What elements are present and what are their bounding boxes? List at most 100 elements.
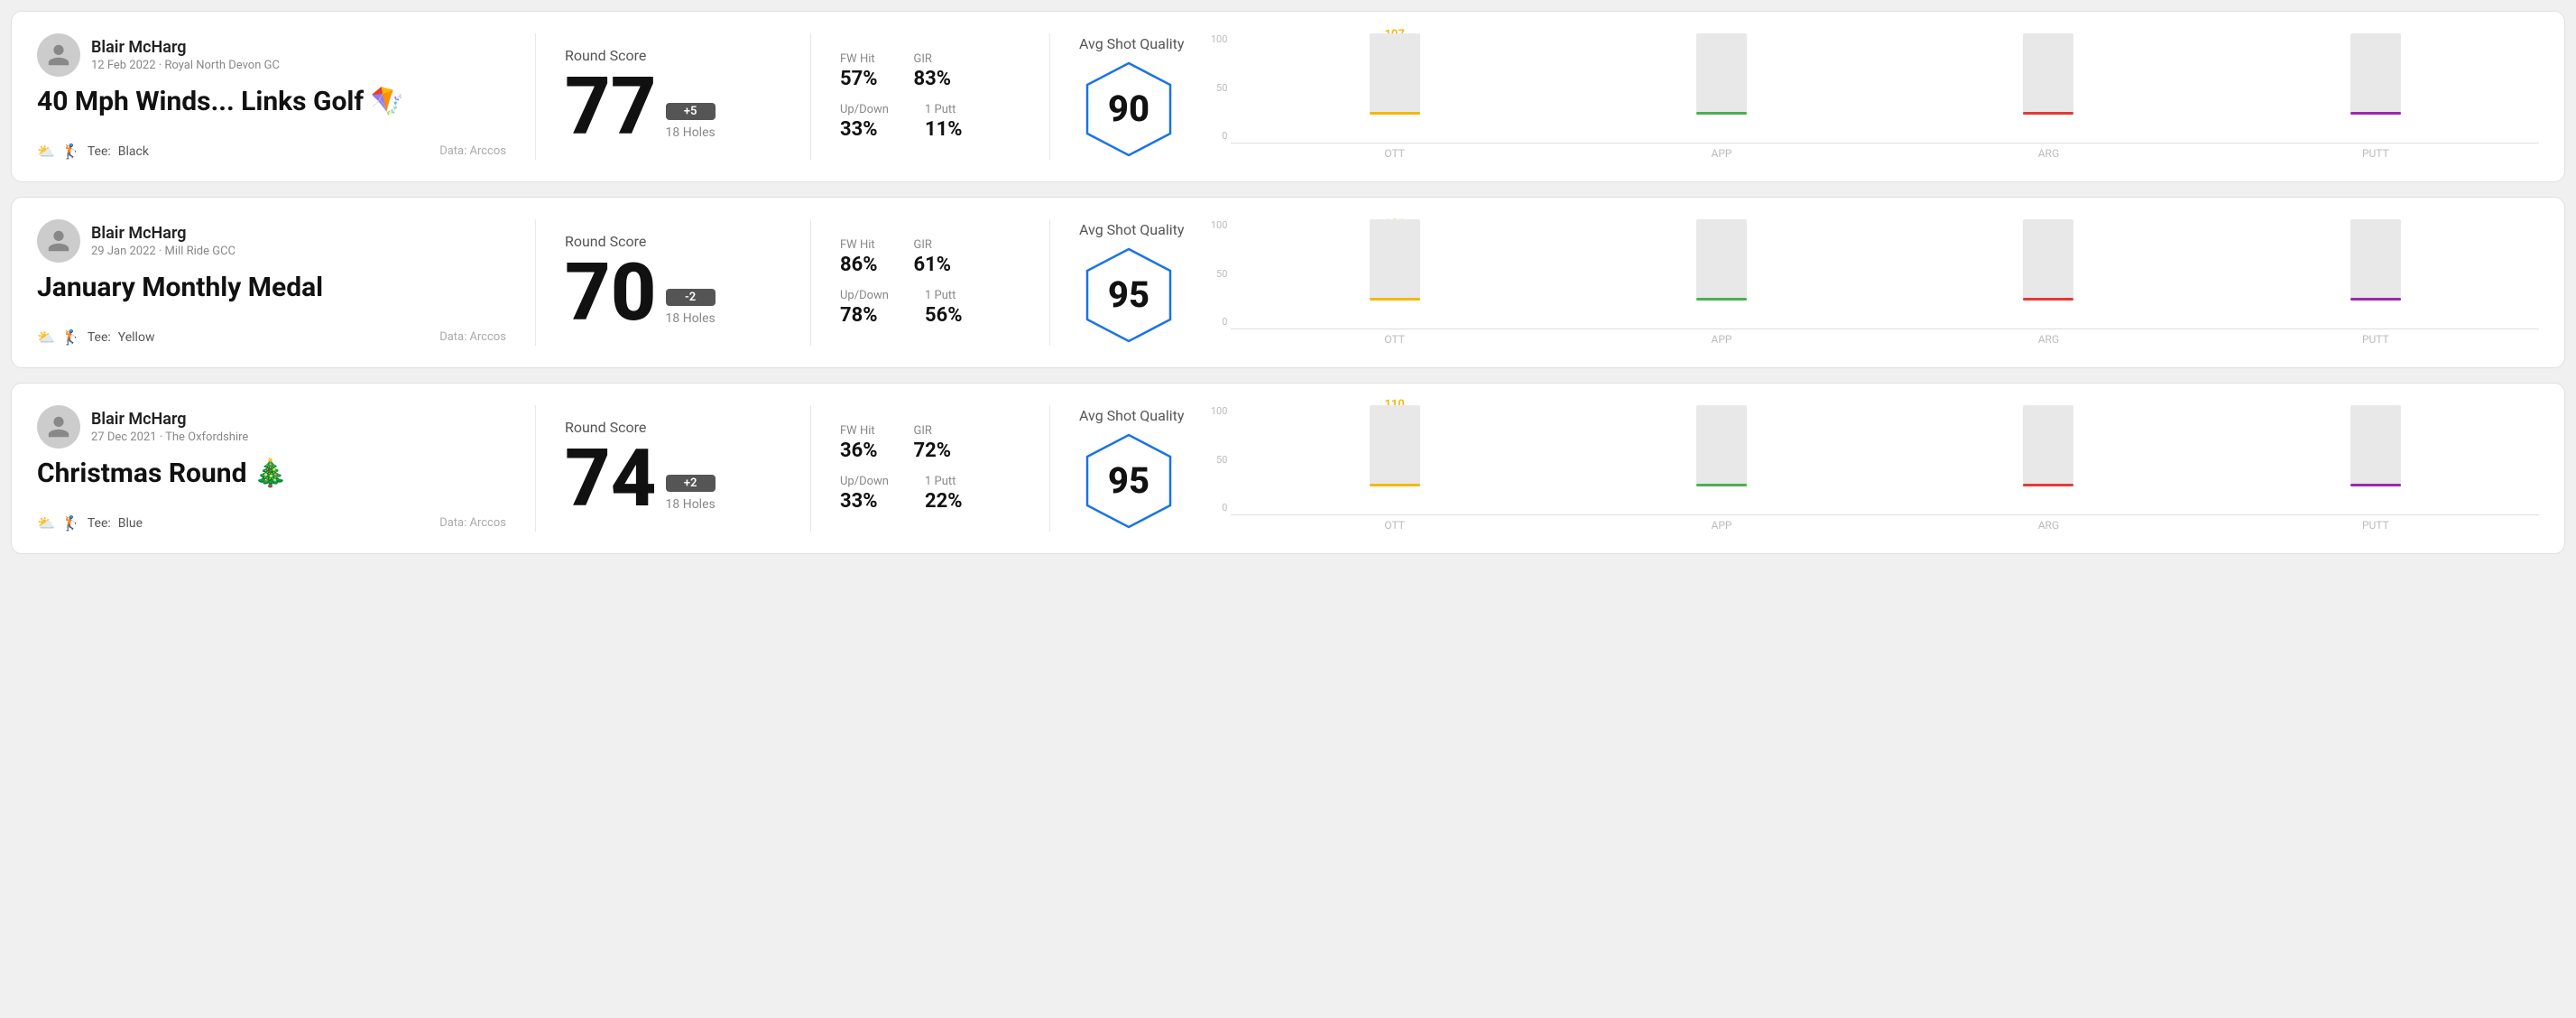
score-number: 74 bbox=[565, 440, 657, 519]
y-label-50: 50 bbox=[1205, 454, 1231, 466]
quality-left: Avg Shot Quality 90 bbox=[1079, 35, 1184, 159]
bar-chart: 100 50 0 107 95 98 bbox=[1205, 33, 2539, 160]
x-label-arg: ARG bbox=[1885, 333, 2211, 346]
stat-up-down: Up/Down 33% bbox=[840, 475, 889, 513]
bar-group-putt: 82 bbox=[2212, 33, 2539, 115]
user-info: Blair McHarg 27 Dec 2021 · The Oxfordshi… bbox=[37, 405, 506, 449]
x-label-arg: ARG bbox=[1885, 519, 2211, 532]
stat-up-down-label: Up/Down bbox=[840, 289, 889, 302]
x-label-ott: OTT bbox=[1231, 147, 1557, 160]
bar-group-ott: 101 bbox=[1231, 219, 1557, 301]
user-info: Blair McHarg 29 Jan 2022 · Mill Ride GCC bbox=[37, 219, 506, 263]
hexagon: 95 bbox=[1079, 245, 1178, 345]
y-label-0: 0 bbox=[1205, 502, 1231, 514]
x-label-putt: PUTT bbox=[2212, 147, 2539, 160]
tee-info: ⛅ 🏌 Tee: Yellow bbox=[37, 329, 154, 346]
divider-2 bbox=[810, 219, 811, 346]
score-holes: 18 Holes bbox=[666, 311, 716, 326]
bar-group-arg: 98 bbox=[1885, 33, 2211, 115]
stat-one-putt: 1 Putt 56% bbox=[925, 289, 963, 327]
score-badge: +5 bbox=[666, 103, 716, 120]
user-name: Blair McHarg bbox=[91, 410, 248, 429]
stat-up-down-value: 33% bbox=[840, 118, 889, 141]
bar-group-app: 86 bbox=[1558, 219, 1885, 301]
stat-up-down: Up/Down 78% bbox=[840, 289, 889, 327]
quality-label: Avg Shot Quality bbox=[1079, 35, 1184, 52]
data-source: Data: Arccos bbox=[439, 144, 506, 158]
x-label-app: APP bbox=[1558, 519, 1885, 532]
data-source: Data: Arccos bbox=[439, 330, 506, 344]
user-text: Blair McHarg 12 Feb 2022 · Royal North D… bbox=[91, 38, 280, 72]
divider-1 bbox=[535, 405, 536, 532]
x-label-putt: PUTT bbox=[2212, 519, 2539, 532]
divider-3 bbox=[1049, 219, 1050, 346]
stat-gir: GIR 61% bbox=[914, 238, 952, 276]
tee-label: Tee: bbox=[88, 330, 111, 345]
stat-up-down-label: Up/Down bbox=[840, 103, 889, 116]
x-label-arg: ARG bbox=[1885, 147, 2211, 160]
score-section: Round Score 77 +5 18 Holes bbox=[565, 33, 781, 160]
weather-icon: ⛅ bbox=[37, 514, 55, 532]
hexagon: 95 bbox=[1079, 431, 1178, 531]
tee-color: Blue bbox=[118, 516, 143, 531]
stats-row-1: FW Hit 36% GIR 72% bbox=[840, 424, 1020, 462]
stat-up-down-value: 78% bbox=[840, 304, 889, 327]
card-left: Blair McHarg 12 Feb 2022 · Royal North D… bbox=[37, 33, 506, 160]
y-label-100: 100 bbox=[1205, 33, 1231, 45]
y-label-100: 100 bbox=[1205, 219, 1231, 231]
stats-row-1: FW Hit 57% GIR 83% bbox=[840, 52, 1020, 90]
stat-one-putt-value: 22% bbox=[925, 490, 963, 513]
stats-row-1: FW Hit 86% GIR 61% bbox=[840, 238, 1020, 276]
weather-icon: ⛅ bbox=[37, 143, 55, 160]
user-date-course: 29 Jan 2022 · Mill Ride GCC bbox=[91, 245, 235, 258]
user-text: Blair McHarg 27 Dec 2021 · The Oxfordshi… bbox=[91, 410, 248, 444]
user-date-course: 12 Feb 2022 · Royal North Devon GC bbox=[91, 59, 280, 72]
bar-group-ott: 107 bbox=[1231, 33, 1557, 115]
user-text: Blair McHarg 29 Jan 2022 · Mill Ride GCC bbox=[91, 224, 235, 258]
quality-section: Avg Shot Quality 95 100 50 0 bbox=[1079, 219, 2539, 346]
divider-2 bbox=[810, 405, 811, 532]
stat-gir-label: GIR bbox=[914, 424, 952, 438]
y-label-50: 50 bbox=[1205, 268, 1231, 280]
tee-label: Tee: bbox=[88, 144, 111, 159]
bag-icon: 🏌 bbox=[62, 143, 80, 160]
weather-icon: ⛅ bbox=[37, 329, 55, 346]
stat-fw-hit-label: FW Hit bbox=[840, 238, 878, 252]
tee-info: ⛅ 🏌 Tee: Blue bbox=[37, 514, 143, 532]
score-number: 70 bbox=[565, 254, 657, 333]
stat-one-putt-value: 11% bbox=[925, 118, 963, 141]
stats-row-2: Up/Down 33% 1 Putt 22% bbox=[840, 475, 1020, 513]
score-holes: 18 Holes bbox=[666, 125, 716, 140]
stat-fw-hit-label: FW Hit bbox=[840, 52, 878, 66]
bar-group-putt: 93 bbox=[2212, 405, 2539, 486]
quality-left: Avg Shot Quality 95 bbox=[1079, 407, 1184, 531]
x-label-ott: OTT bbox=[1231, 333, 1557, 346]
bar-group-ott: 110 bbox=[1231, 405, 1557, 486]
stat-gir-label: GIR bbox=[914, 52, 952, 66]
round-title: January Monthly Medal bbox=[37, 272, 506, 303]
tee-data-row: ⛅ 🏌 Tee: Black Data: Arccos bbox=[37, 143, 506, 160]
round-card-round-1: Blair McHarg 12 Feb 2022 · Royal North D… bbox=[11, 11, 2565, 182]
divider-3 bbox=[1049, 33, 1050, 160]
card-left: Blair McHarg 27 Dec 2021 · The Oxfordshi… bbox=[37, 405, 506, 532]
user-info: Blair McHarg 12 Feb 2022 · Royal North D… bbox=[37, 33, 506, 77]
tee-label: Tee: bbox=[88, 516, 111, 531]
quality-left: Avg Shot Quality 95 bbox=[1079, 221, 1184, 345]
stat-up-down-label: Up/Down bbox=[840, 475, 889, 488]
stat-fw-hit: FW Hit 36% bbox=[840, 424, 878, 462]
stat-up-down: Up/Down 33% bbox=[840, 103, 889, 141]
score-main: 74 +2 18 Holes bbox=[565, 440, 781, 519]
stat-one-putt-label: 1 Putt bbox=[925, 475, 963, 488]
hex-score-value: 90 bbox=[1108, 88, 1150, 130]
stats-section: FW Hit 36% GIR 72% Up/Down 33% 1 Putt bbox=[840, 405, 1020, 532]
bar-group-arg: 95 bbox=[1885, 405, 2211, 486]
score-right: +2 18 Holes bbox=[666, 475, 716, 519]
tee-color: Black bbox=[118, 144, 149, 159]
bar-chart: 100 50 0 101 86 96 bbox=[1205, 219, 2539, 346]
quality-section: Avg Shot Quality 95 100 50 0 bbox=[1079, 405, 2539, 532]
bar-group-app: 87 bbox=[1558, 405, 1885, 486]
bag-icon: 🏌 bbox=[62, 514, 80, 532]
tee-data-row: ⛅ 🏌 Tee: Yellow Data: Arccos bbox=[37, 329, 506, 346]
card-left: Blair McHarg 29 Jan 2022 · Mill Ride GCC… bbox=[37, 219, 506, 346]
x-label-app: APP bbox=[1558, 147, 1885, 160]
